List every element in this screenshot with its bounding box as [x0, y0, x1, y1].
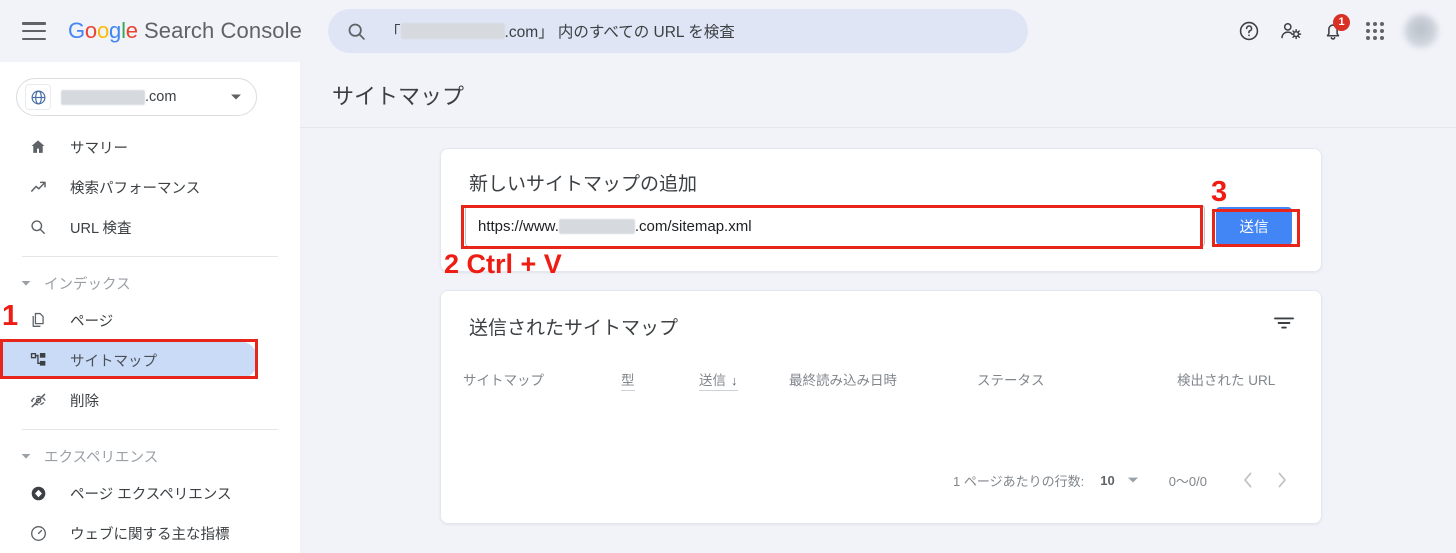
sidebar-item-removals[interactable]: 削除	[0, 381, 258, 419]
sidebar-item-label: ページ エクスペリエンス	[70, 486, 232, 503]
caret-down-icon	[20, 453, 32, 460]
globe-icon	[25, 84, 51, 110]
avatar[interactable]	[1404, 14, 1438, 48]
page-experience-icon	[26, 484, 50, 503]
sidebar-group-experience[interactable]: エクスペリエンス	[0, 440, 300, 472]
sidebar-item-page-experience[interactable]: ページ エクスペリエンス	[0, 474, 258, 512]
table-header-row: サイトマップ 型 送信 ↓ 最終読み込み日時 ステータス 検出された URL	[441, 369, 1321, 399]
sort-arrow-icon: ↓	[731, 373, 738, 388]
search-console-page: Google Search Console 「 .com」 内のすべての URL …	[0, 0, 1456, 553]
sidebar-divider	[22, 256, 278, 257]
add-sitemap-card: 新しいサイトマップの追加 https://www. .com/sitemap.xm…	[440, 148, 1322, 272]
chevron-left-icon[interactable]	[1231, 463, 1265, 497]
sidebar-divider	[22, 429, 278, 430]
add-sitemap-heading: 新しいサイトマップの追加	[469, 174, 698, 195]
sidebar-item-label: ウェブに関する主な指標	[70, 526, 230, 543]
eye-off-icon	[26, 391, 50, 410]
column-header-found-urls: 検出された URL	[1177, 373, 1276, 388]
property-suffix: .com	[145, 89, 177, 105]
sidebar: .com サマリー 検索パフォーマンス URL 検査 インデックス ページ サイ…	[0, 62, 300, 553]
google-wordmark: Google	[68, 18, 138, 43]
url-suffix: .com/sitemap.xml	[634, 217, 752, 235]
search-icon	[26, 218, 50, 236]
page-title: サイトマップ	[332, 83, 465, 109]
rows-per-page-dropdown-icon[interactable]	[1127, 476, 1139, 484]
sidebar-item-label: ページ	[70, 313, 114, 330]
sitemap-url-input[interactable]: https://www. .com/sitemap.xml	[465, 205, 1205, 247]
pagination-range: 0〜0/0	[1168, 473, 1207, 489]
sidebar-nav: サマリー 検索パフォーマンス URL 検査 インデックス ページ サイトマップ …	[0, 128, 300, 552]
sidebar-group-index[interactable]: インデックス	[0, 267, 300, 299]
home-icon	[26, 138, 50, 156]
sidebar-item-label: サマリー	[70, 140, 128, 157]
sidebar-item-core-web-vitals[interactable]: ウェブに関する主な指標	[0, 514, 258, 552]
rows-per-page-label: 1 ページあたりの行数:	[953, 473, 1085, 489]
global-search-bar[interactable]: 「 .com」 内のすべての URL を検査	[328, 9, 1028, 53]
rows-per-page-value[interactable]: 10	[1100, 473, 1114, 488]
column-header-submitted[interactable]: 送信 ↓	[699, 369, 738, 391]
brand-logo: Google Search Console	[68, 18, 302, 44]
core-web-vitals-icon	[26, 524, 50, 543]
property-selector[interactable]: .com	[16, 78, 257, 116]
sidebar-item-label: 検索パフォーマンス	[70, 180, 201, 197]
account-settings-icon[interactable]	[1270, 10, 1312, 52]
trending-up-icon	[26, 178, 50, 197]
caret-down-icon	[20, 280, 32, 287]
column-header-sitemap: サイトマップ	[463, 373, 544, 388]
filter-icon[interactable]	[1273, 315, 1295, 336]
redacted-domain	[400, 23, 505, 39]
search-prefix: 「	[385, 24, 401, 41]
submitted-sitemaps-card: 送信されたサイトマップ サイトマップ 型 送信 ↓ 最終読み込み日時 ステータス …	[440, 290, 1322, 524]
submit-button[interactable]: 送信	[1216, 207, 1292, 245]
column-header-type[interactable]: 型	[621, 369, 635, 391]
pages-icon	[26, 311, 50, 329]
sidebar-item-sitemaps[interactable]: サイトマップ	[0, 341, 258, 379]
submitted-sitemaps-heading: 送信されたサイトマップ	[469, 318, 679, 339]
help-icon[interactable]	[1228, 10, 1270, 52]
sidebar-item-pages[interactable]: ページ	[0, 301, 258, 339]
app-header: Google Search Console 「 .com」 内のすべての URL …	[0, 0, 1456, 62]
google-apps-grid-icon[interactable]	[1354, 10, 1396, 52]
main-content: サイトマップ 新しいサイトマップの追加 https://www. .com/sit…	[300, 62, 1456, 553]
search-icon	[346, 21, 367, 42]
property-name: .com	[61, 89, 230, 105]
sitemap-url-value: https://www. .com/sitemap.xml	[478, 218, 752, 235]
sidebar-group-label: エクスペリエンス	[44, 449, 159, 466]
redacted-domain	[558, 218, 635, 234]
redacted-property	[61, 89, 145, 105]
page-title-bar: サイトマップ	[300, 62, 1456, 128]
header-icon-group: 1	[1228, 0, 1456, 62]
sidebar-item-label: サイトマップ	[70, 353, 157, 370]
notification-badge: 1	[1333, 14, 1350, 31]
sidebar-group-label: インデックス	[44, 276, 131, 293]
search-placeholder: 「 .com」 内のすべての URL を検査	[385, 20, 735, 42]
sidebar-item-label: URL 検査	[70, 220, 132, 237]
sidebar-item-performance[interactable]: 検索パフォーマンス	[0, 168, 258, 206]
sidebar-item-url-inspection[interactable]: URL 検査	[0, 208, 258, 246]
sitemap-icon	[26, 351, 50, 370]
column-header-status: ステータス	[977, 373, 1045, 388]
sidebar-item-summary[interactable]: サマリー	[0, 128, 258, 166]
product-name: Search Console	[144, 18, 302, 43]
url-prefix: https://www.	[478, 217, 559, 235]
table-pagination: 1 ページあたりの行数: 10 0〜0/0	[441, 463, 1321, 497]
chevron-down-icon	[230, 88, 242, 106]
sidebar-item-label: 削除	[70, 393, 99, 410]
chevron-right-icon[interactable]	[1265, 463, 1299, 497]
notifications-bell-icon[interactable]: 1	[1312, 10, 1354, 52]
search-suffix: .com」 内のすべての URL を検査	[504, 24, 735, 41]
column-header-last-read: 最終読み込み日時	[789, 373, 897, 388]
hamburger-menu-icon[interactable]	[22, 22, 46, 40]
